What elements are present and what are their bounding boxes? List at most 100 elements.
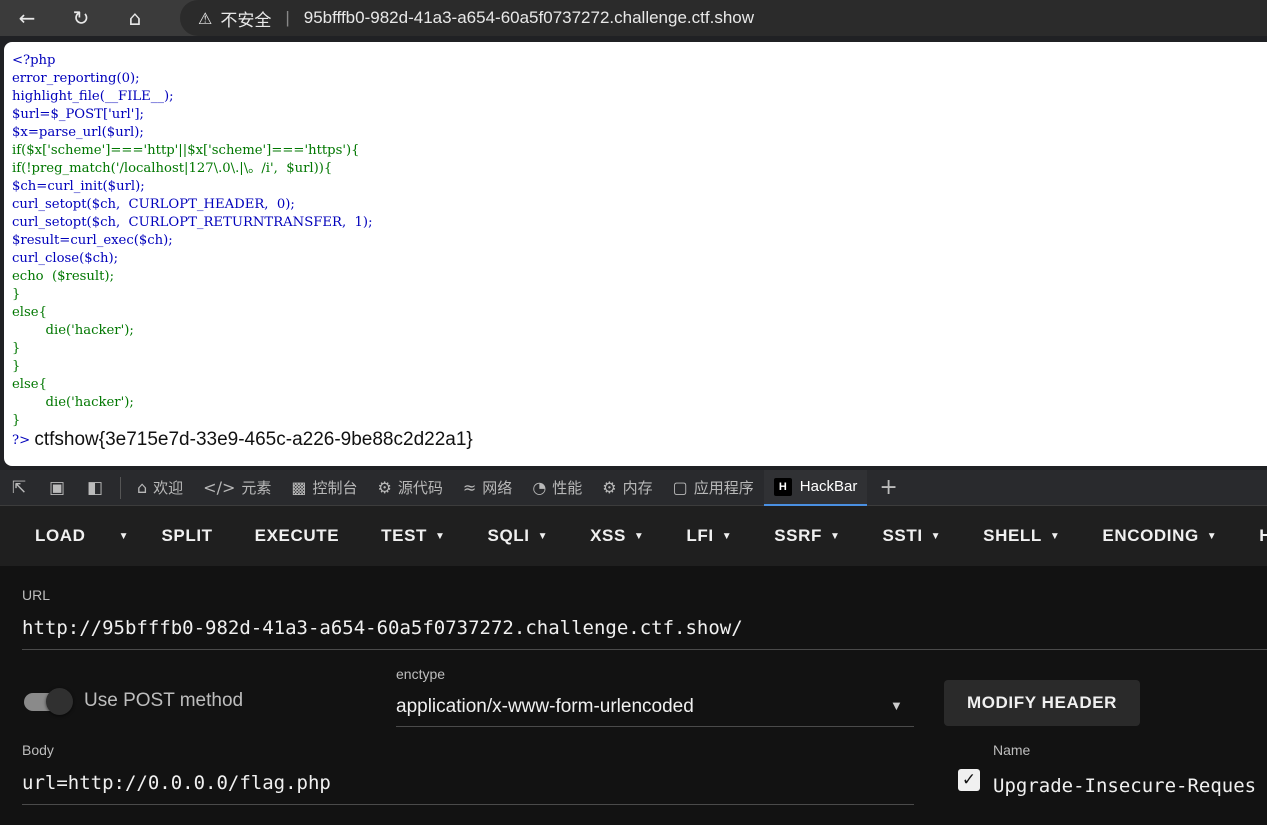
address-bar[interactable]: ⚠ 不安全 | 95bfffb0-982d-41a3-a654-60a5f073… — [180, 0, 1267, 36]
page-content: <?php error_reporting(0); highlight_file… — [4, 42, 1267, 466]
app-icon: ▢ — [672, 478, 688, 497]
menu-label: SSRF — [774, 526, 822, 545]
tab-sources[interactable]: ⚙ 源代码 — [368, 470, 453, 506]
home-icon[interactable]: ⌂ — [118, 3, 152, 33]
enctype-select[interactable]: application/x-www-form-urlencoded — [396, 696, 694, 718]
flag-output: ctfshow{3e715e7d-33e9-465c-a226-9be88c2d… — [34, 429, 473, 450]
inspect-icon[interactable]: ⇱ — [0, 470, 38, 506]
menu-label: TEST — [381, 526, 427, 545]
chevron-down-icon[interactable]: ▼ — [890, 698, 903, 713]
url-label: URL — [22, 587, 51, 603]
tab-elements[interactable]: </> 元素 — [193, 470, 281, 506]
tab-label: 内存 — [622, 480, 653, 497]
source-line: if($x['scheme']==='http'||$x['scheme']==… — [12, 143, 360, 158]
enctype-underline — [396, 726, 914, 727]
menu-label: ENCODING — [1102, 526, 1199, 545]
php-source: <?php error_reporting(0); highlight_file… — [12, 52, 1259, 450]
back-icon[interactable]: ← — [10, 3, 44, 33]
chevron-down-icon: ▼ — [633, 530, 645, 542]
source-line: } — [12, 341, 21, 356]
hashing-menu[interactable]: HA — [1238, 506, 1267, 566]
source-line: echo ($result); — [12, 269, 115, 284]
source-line: $ch=curl_init($url); — [12, 179, 145, 194]
test-menu[interactable]: TEST ▼ — [360, 506, 466, 566]
body-label: Body — [22, 742, 54, 758]
body-input[interactable]: url=http://0.0.0.0/flag.php — [22, 772, 331, 794]
chevron-down-icon: ▼ — [721, 530, 733, 542]
bug-icon: ⚙ — [377, 478, 392, 497]
shell-menu[interactable]: SHELL ▼ — [962, 506, 1081, 566]
devtools-tabbar: ⇱ ▣ ◧ ⌂ 欢迎 </> 元素 ▩ 控制台 ⚙ 源代码 ≈ 网络 ◔ 性能 ⚙ 内存 ▢ 应… — [0, 469, 1267, 506]
hackbar-toolbar: LOAD ▼ SPLIT EXECUTE TEST ▼ SQLI ▼ XSS ▼ LF… — [0, 506, 1267, 566]
tab-hackbar[interactable]: H HackBar — [763, 469, 868, 506]
hackbar-panel: URL http://95bfffb0-982d-41a3-a654-60a5f… — [0, 566, 1267, 825]
tab-performance[interactable]: ◔ 性能 — [522, 470, 592, 506]
gauge-icon: ◔ — [532, 478, 547, 497]
sqli-menu[interactable]: SQLI ▼ — [467, 506, 570, 566]
code-icon: </> — [203, 478, 236, 497]
browser-toolbar: ← ↻ ⌂ ⚠ 不安全 | 95bfffb0-982d-41a3-a654-60… — [0, 0, 1267, 36]
source-line: <?php — [12, 53, 56, 68]
reload-icon[interactable]: ↻ — [64, 3, 98, 33]
tab-label: 性能 — [552, 480, 583, 497]
ssrf-menu[interactable]: SSRF ▼ — [753, 506, 861, 566]
divider: | — [285, 8, 290, 27]
source-line: else{ — [12, 377, 47, 392]
header-enabled-checkbox[interactable]: ✓ — [958, 769, 980, 791]
source-line: $result=curl_exec($ch); — [12, 233, 173, 248]
source-line: die('hacker'); — [12, 395, 134, 410]
source-line: if(!preg_match('/localhost|127\.0\.|\。/i… — [12, 161, 333, 176]
header-name-input[interactable]: Upgrade-Insecure-Reques — [993, 775, 1256, 797]
security-label: 不安全 — [220, 10, 272, 30]
header-name-label: Name — [993, 742, 1031, 758]
tab-label: 元素 — [241, 480, 272, 497]
xss-menu[interactable]: XSS ▼ — [569, 506, 665, 566]
tab-memory[interactable]: ⚙ 内存 — [592, 470, 662, 506]
tab-label: 欢迎 — [153, 480, 184, 497]
tab-label: HackBar — [799, 478, 858, 495]
source-line: } — [12, 359, 21, 374]
source-line: } — [12, 413, 21, 428]
chevron-down-icon: ▼ — [829, 530, 841, 542]
add-tab-icon[interactable]: + — [867, 475, 909, 500]
url-underline — [22, 649, 1267, 650]
execute-button[interactable]: EXECUTE — [234, 506, 361, 566]
enctype-label: enctype — [396, 666, 446, 682]
chevron-down-icon: ▼ — [435, 530, 446, 542]
menu-label: SHELL — [983, 526, 1042, 545]
chevron-down-icon: ▼ — [930, 530, 942, 542]
tab-welcome[interactable]: ⌂ 欢迎 — [127, 470, 193, 506]
menu-label: SSTI — [882, 526, 923, 545]
divider — [120, 476, 121, 499]
post-toggle-knob[interactable] — [46, 688, 73, 715]
device-icon[interactable]: ▣ — [38, 470, 76, 506]
home-icon: ⌂ — [137, 478, 148, 497]
source-line: $x=parse_url($url); — [12, 125, 144, 140]
post-toggle-label: Use POST method — [84, 690, 244, 711]
url-input[interactable]: http://95bfffb0-982d-41a3-a654-60a5f0737… — [22, 617, 743, 639]
source-line: curl_close($ch); — [12, 251, 119, 266]
chevron-down-icon: ▼ — [537, 530, 549, 542]
modify-header-button[interactable]: MODIFY HEADER — [944, 680, 1140, 726]
source-line: ?> — [12, 433, 31, 448]
warning-icon: ⚠ — [198, 8, 213, 28]
lfi-menu[interactable]: LFI ▼ — [665, 506, 753, 566]
source-line: curl_setopt($ch, CURLOPT_RETURNTRANSFER,… — [12, 215, 373, 230]
sidebar-icon[interactable]: ◧ — [76, 470, 114, 506]
tab-console[interactable]: ▩ 控制台 — [281, 470, 367, 506]
tab-application[interactable]: ▢ 应用程序 — [663, 470, 764, 506]
split-button[interactable]: SPLIT — [140, 506, 233, 566]
load-button[interactable]: LOAD — [14, 506, 107, 566]
source-line: error_reporting(0); — [12, 71, 140, 86]
ssti-menu[interactable]: SSTI ▼ — [861, 506, 962, 566]
wifi-icon: ≈ — [462, 478, 477, 497]
source-line: curl_setopt($ch, CURLOPT_HEADER, 0); — [12, 197, 295, 212]
encoding-menu[interactable]: ENCODING ▼ — [1081, 506, 1238, 566]
tab-network[interactable]: ≈ 网络 — [453, 470, 522, 506]
chevron-down-icon: ▼ — [1049, 530, 1061, 542]
url-text: 95bfffb0-982d-41a3-a654-60a5f0737272.cha… — [303, 8, 754, 27]
tab-label: 应用程序 — [693, 480, 754, 497]
source-line: else{ — [12, 305, 47, 320]
load-menu-caret-icon[interactable]: ▼ — [107, 506, 141, 566]
menu-label: LFI — [686, 526, 714, 545]
